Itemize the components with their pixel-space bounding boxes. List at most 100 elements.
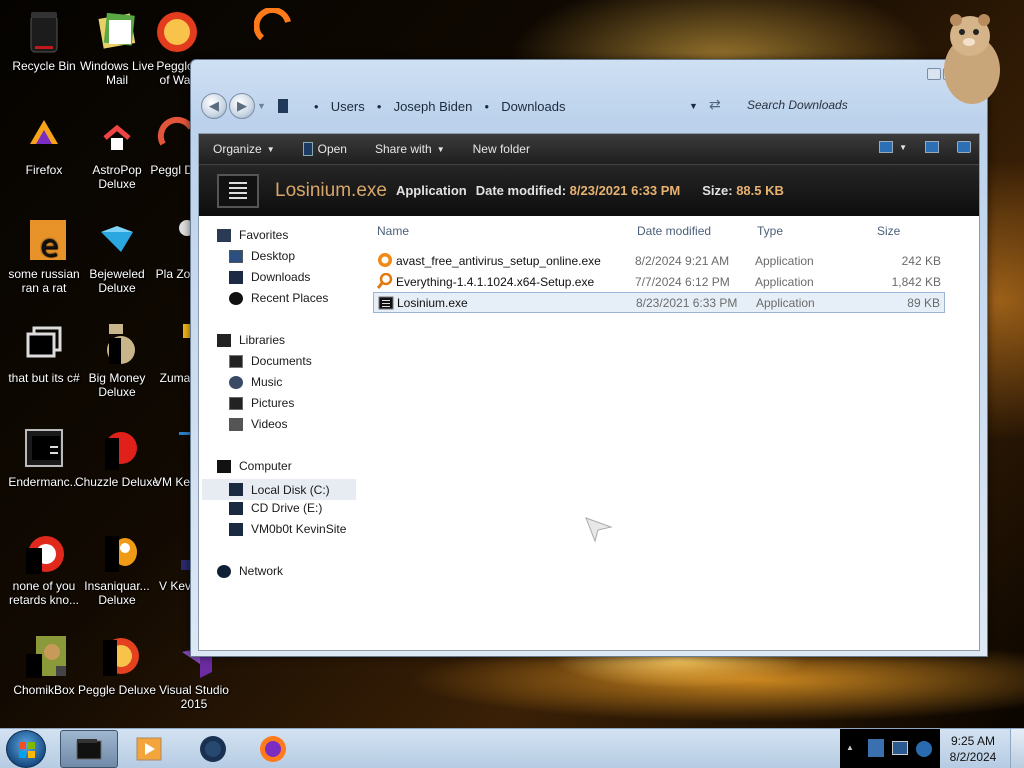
detail-date: Date modified: 8/23/2021 6:33 PM xyxy=(476,183,681,198)
nav-documents[interactable]: Documents xyxy=(229,354,312,368)
globe-icon xyxy=(200,736,226,762)
file-type: Application xyxy=(755,274,814,289)
breadcrumb-separator-icon[interactable]: ● xyxy=(377,102,382,111)
breadcrumb-users[interactable]: Users xyxy=(331,99,365,114)
taskbar: ▲ 9:25 AM 8/2/2024 xyxy=(0,728,1024,768)
chevron-down-icon: ▼ xyxy=(266,144,275,154)
downloads-icon xyxy=(229,270,243,284)
preview-pane-button[interactable] xyxy=(925,141,939,153)
nav-music-label: Music xyxy=(251,375,283,389)
new-folder-button[interactable]: New folder xyxy=(459,134,544,164)
desktop-icon-insaniquarium[interactable]: Insaniquar... Deluxe xyxy=(73,528,161,607)
pictures-icon xyxy=(229,396,243,410)
nav-recent-places[interactable]: Recent Places xyxy=(229,291,328,305)
file-type: Application xyxy=(755,253,814,268)
peggle-icon xyxy=(151,8,199,56)
network-status-icon[interactable] xyxy=(892,741,908,755)
shield-icon[interactable] xyxy=(868,739,884,757)
system-tray: ▲ xyxy=(840,729,940,768)
peggle-icon xyxy=(93,632,141,680)
taskbar-app-button[interactable] xyxy=(184,730,242,768)
astropop-icon xyxy=(93,112,141,160)
chevron-down-icon: ▼ xyxy=(436,144,445,154)
chrome-icon xyxy=(20,528,68,576)
nav-libraries[interactable]: Libraries xyxy=(217,333,285,347)
nav-downloads[interactable]: Downloads xyxy=(229,270,310,284)
organize-button[interactable]: Organize ▼ xyxy=(199,134,289,164)
taskbar-explorer-button[interactable] xyxy=(60,730,118,768)
desktop-icon-peggle-deluxe[interactable]: Peggle Deluxe xyxy=(73,632,161,697)
documents-icon xyxy=(229,354,243,368)
file-row-selected[interactable]: Losinium.exe 8/23/2021 6:33 PM Applicati… xyxy=(373,292,945,313)
desktop-icon-big-money[interactable]: Big Money Deluxe xyxy=(73,320,161,399)
column-header-size[interactable]: Size xyxy=(877,224,900,238)
help-button[interactable] xyxy=(957,141,971,153)
detail-file-type: Application xyxy=(395,183,467,198)
file-date: 8/23/2021 6:33 PM xyxy=(636,295,738,310)
desktop-icon-chuzzle[interactable]: Chuzzle Deluxe xyxy=(73,424,161,489)
show-desktop-button[interactable] xyxy=(1010,729,1024,768)
nav-videos[interactable]: Videos xyxy=(229,417,287,431)
fish-icon xyxy=(93,528,141,576)
change-view-button[interactable]: ▼ xyxy=(879,141,907,153)
nav-vm-site[interactable]: VM0b0t KevinSite xyxy=(229,522,346,536)
recent-pages-dropdown[interactable]: ▼ xyxy=(257,101,266,111)
file-row[interactable]: Everything-1.4.1.1024.x64-Setup.exe 7/7/… xyxy=(373,271,945,292)
forward-button[interactable]: ▶ xyxy=(229,93,255,119)
file-size: 242 KB xyxy=(901,253,941,268)
column-header-date[interactable]: Date modified xyxy=(637,224,711,238)
exe-file-large-icon xyxy=(217,173,259,208)
volume-icon[interactable] xyxy=(916,741,932,757)
back-button[interactable]: ◀ xyxy=(201,93,227,119)
desktop-icon-bejeweled[interactable]: Bejeweled Deluxe xyxy=(73,216,161,295)
nav-videos-label: Videos xyxy=(251,417,288,431)
file-size: 1,842 KB xyxy=(891,274,941,289)
navigation-bar: ◀ ▶ ▼ ● Users ● Joseph Biden ● Downloads… xyxy=(201,90,979,122)
desktop-icon-astropop[interactable]: AstroPop Deluxe xyxy=(73,112,161,191)
folder-icon xyxy=(277,99,288,113)
taskbar-media-player-button[interactable] xyxy=(120,730,178,768)
star-icon xyxy=(217,228,231,242)
taskbar-clock[interactable]: 9:25 AM 8/2/2024 xyxy=(940,733,1006,765)
computer-icon xyxy=(217,459,231,473)
everything-search-icon xyxy=(376,272,393,289)
breadcrumb-separator-icon[interactable]: ● xyxy=(484,102,489,111)
chevron-down-icon: ▼ xyxy=(899,142,907,152)
firefox-icon xyxy=(20,112,68,160)
column-header-name[interactable]: Name xyxy=(377,224,409,238)
column-header-type[interactable]: Type xyxy=(757,224,783,238)
detail-size: Size: 88.5 KB xyxy=(702,183,784,198)
nav-cd-drive[interactable]: CD Drive (E:) xyxy=(229,501,322,515)
nav-favorites[interactable]: Favorites xyxy=(217,228,288,242)
open-icon xyxy=(302,142,313,156)
nav-computer[interactable]: Computer xyxy=(217,459,292,473)
refresh-icon[interactable]: ⇄ xyxy=(709,96,721,113)
recent-places-icon xyxy=(229,291,243,305)
breadcrumb: ● Users ● Joseph Biden ● Downloads xyxy=(277,99,566,114)
nav-network[interactable]: Network xyxy=(217,564,283,578)
breadcrumb-separator-icon[interactable]: ● xyxy=(314,102,319,111)
cd-drive-icon xyxy=(229,501,243,515)
breadcrumb-joseph-biden[interactable]: Joseph Biden xyxy=(394,99,473,114)
terminal-icon xyxy=(20,424,68,472)
clock-time: 9:25 AM xyxy=(950,734,996,748)
nav-local-disk[interactable]: Local Disk (C:) xyxy=(202,479,356,500)
address-dropdown-icon[interactable]: ▼ xyxy=(689,101,698,111)
detail-file-name: Losinium.exe xyxy=(275,179,387,201)
videos-icon xyxy=(229,417,243,431)
breadcrumb-downloads[interactable]: Downloads xyxy=(501,99,565,114)
share-with-button[interactable]: Share with ▼ xyxy=(361,134,459,164)
command-bar: Organize ▼ Open Share with ▼ New folder … xyxy=(199,134,979,164)
open-button[interactable]: Open xyxy=(289,134,361,164)
file-row[interactable]: avast_free_antivirus_setup_online.exe 8/… xyxy=(373,250,945,271)
desktop-icon-windows-live-mail[interactable]: Windows Live Mail xyxy=(73,8,161,87)
nav-pictures[interactable]: Pictures xyxy=(229,396,294,410)
nav-desktop[interactable]: Desktop xyxy=(229,249,295,263)
nav-music[interactable]: Music xyxy=(229,375,282,389)
open-label: Open xyxy=(317,142,347,156)
gem-icon xyxy=(93,216,141,264)
start-button[interactable] xyxy=(6,730,46,768)
libraries-icon xyxy=(217,333,231,347)
show-hidden-icons-icon[interactable]: ▲ xyxy=(846,743,854,752)
taskbar-firefox-button[interactable] xyxy=(244,730,302,768)
